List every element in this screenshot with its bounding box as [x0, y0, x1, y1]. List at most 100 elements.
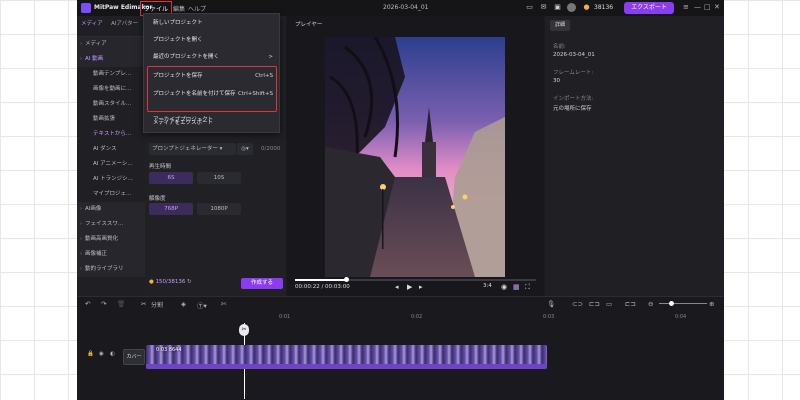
menu-item-label: 新しいプロジェクト: [153, 20, 203, 26]
aspect-ratio-select[interactable]: 3:4: [483, 283, 492, 289]
sidebar-item[interactable]: 動画スタイル...: [77, 97, 145, 112]
scissors-icon[interactable]: ✄: [221, 300, 226, 308]
sidebar-item[interactable]: › AI画像: [77, 202, 145, 217]
next-frame-icon[interactable]: ▸: [419, 283, 423, 291]
text-tool-icon[interactable]: Ⓣ▾: [197, 300, 207, 310]
video-preview[interactable]: [325, 37, 505, 277]
sidebar-item-label: マイプロジェ...: [93, 191, 132, 197]
sidebar-item-label: 動画高画質化: [85, 236, 119, 242]
minimize-icon[interactable]: —: [694, 3, 701, 11]
name-value: 2026-03-04_01: [553, 52, 595, 58]
close-icon[interactable]: ✕: [714, 3, 720, 11]
zoom-handle[interactable]: [669, 301, 674, 306]
sidebar-item-label: AI画像: [85, 206, 102, 212]
snapshot-icon[interactable]: ◉: [501, 283, 507, 291]
resolution-1080p[interactable]: 1080P: [197, 203, 241, 215]
ruler-tick: 0:02: [411, 314, 423, 320]
sidebar-item[interactable]: › AI 動画: [77, 52, 145, 67]
char-count: 0/2000: [261, 146, 281, 152]
sidebar-item[interactable]: マイプロジェ...: [77, 187, 145, 202]
credits-value: 150/38136: [155, 279, 186, 285]
chevron-icon: ›: [80, 266, 82, 272]
sidebar-item[interactable]: AI アニメーシ...: [77, 157, 145, 172]
sidebar-item[interactable]: 動画拡張: [77, 112, 145, 127]
refresh-icon[interactable]: ↻: [187, 279, 192, 285]
track-icon[interactable]: ▭: [606, 300, 612, 308]
monitor-icon[interactable]: ▭: [525, 3, 534, 12]
magnet-icon[interactable]: ⊂⊃: [572, 300, 583, 308]
gift-icon[interactable]: ▣: [553, 3, 562, 12]
sidebar-item[interactable]: › 動画高画質化: [77, 232, 145, 247]
tab-media[interactable]: メディア: [81, 19, 103, 27]
sidebar-item[interactable]: › メディア: [77, 37, 145, 52]
resolution-768p[interactable]: 768P: [149, 203, 193, 215]
menu-new-project[interactable]: 新しいプロジェクト: [144, 15, 279, 31]
video-clip[interactable]: 0:03 8644: [146, 345, 547, 369]
maximize-icon[interactable]: □: [704, 3, 711, 11]
chevron-icon: ›: [80, 236, 82, 242]
menu-edit[interactable]: 編集: [173, 4, 185, 13]
sidebar-tabs: メディア AIアバター: [77, 16, 145, 37]
export-button[interactable]: エクスポート: [624, 2, 674, 14]
play-icon[interactable]: ▶: [407, 283, 412, 291]
sidebar-item[interactable]: 画像を動画に...: [77, 82, 145, 97]
sidebar-item[interactable]: AI トランジシ...: [77, 172, 145, 187]
prompt-generator-button[interactable]: プロンプトジェネレーター ▾: [149, 143, 236, 155]
sidebar-item[interactable]: 動画テンプレ...: [77, 67, 145, 82]
tab-details[interactable]: 詳細: [550, 20, 570, 31]
sidebar-item-label: 動的ライブラリ: [85, 266, 124, 272]
generate-label: 作成する: [250, 280, 273, 286]
cover-button[interactable]: カバー: [123, 349, 145, 365]
zoom-in-icon[interactable]: ⊕: [709, 300, 714, 308]
duration-10s[interactable]: 10S: [197, 172, 241, 184]
ruler-tick: 0:01: [279, 314, 291, 320]
split-icon[interactable]: ✂: [141, 300, 146, 308]
prev-frame-icon[interactable]: ◂: [395, 283, 399, 291]
export-label: エクスポート: [631, 4, 667, 11]
menu-export-media[interactable]: メディアをエクスポート: [144, 115, 279, 131]
coin-icon: ●: [149, 279, 154, 285]
zoom-slider[interactable]: [659, 303, 707, 304]
menu-recent-projects[interactable]: 最近のプロジェクトを開く >: [144, 49, 279, 65]
message-icon[interactable]: ✉: [539, 3, 548, 12]
tab-ai-avatar[interactable]: AIアバター: [111, 19, 138, 27]
scrub-bar[interactable]: [295, 277, 536, 282]
sidebar-item-label: 画像補正: [85, 251, 108, 257]
framerate-label: フレームレート:: [553, 70, 594, 76]
sidebar-item-label: AI トランジシ...: [93, 176, 133, 182]
shield-icon[interactable]: ◈: [181, 300, 186, 308]
link-icon[interactable]: ⊏⊐: [589, 300, 600, 308]
file-menu-dropdown: 新しいプロジェクト プロジェクトを開く 最近のプロジェクトを開く > プロジェクト…: [143, 13, 280, 133]
sidebar-item-label: AI 動画: [85, 56, 104, 62]
redo-icon[interactable]: ↷: [101, 300, 106, 308]
menu-help[interactable]: ヘルプ: [188, 4, 206, 13]
mute-icon[interactable]: ◐: [110, 351, 115, 357]
sidebar-item[interactable]: › フェイススワ...: [77, 217, 145, 232]
sidebar-item[interactable]: › 画像補正: [77, 247, 145, 262]
time-ruler[interactable]: 0:01 0:02 0:03 0:04: [143, 314, 724, 322]
microphone-icon[interactable]: 🎙: [547, 300, 555, 308]
menu-open-project[interactable]: プロジェクトを開く: [144, 32, 279, 48]
zoom-out-icon[interactable]: ⊖: [648, 300, 653, 308]
undo-icon[interactable]: ↶: [85, 300, 90, 308]
lock-icon[interactable]: 🔒: [87, 351, 94, 357]
more-icon[interactable]: ≡: [683, 3, 689, 11]
fullscreen-icon[interactable]: ⛶: [525, 283, 530, 292]
duration-6s[interactable]: 6S: [149, 172, 193, 184]
chevron-icon: ›: [80, 251, 82, 257]
timeline: ↶ ↷ 🗑 ✂ 分割 ◈ Ⓣ▾ ✄ 🎙 ⊂⊃ ⊏⊐ ▭ ⊏⊐ ⊖ ⊕ 0:01 …: [77, 296, 724, 400]
caption-icon[interactable]: ⊏⊐: [625, 300, 636, 308]
playhead-handle[interactable]: ✂: [239, 324, 249, 336]
split-label[interactable]: 分割: [151, 300, 163, 309]
sidebar-item[interactable]: › 動的ライブラリ: [77, 262, 145, 277]
grid-view-icon[interactable]: ▦: [513, 283, 520, 291]
generate-button[interactable]: 作成する: [241, 278, 283, 289]
scrub-handle[interactable]: [343, 277, 349, 282]
style-dropdown[interactable]: ◎▾: [237, 143, 253, 155]
delete-icon[interactable]: 🗑: [117, 300, 125, 308]
chevron-icon: ›: [80, 206, 82, 212]
sidebar-item[interactable]: テキストから...: [77, 127, 145, 142]
visibility-icon[interactable]: ◉: [99, 351, 104, 357]
avatar[interactable]: [567, 3, 576, 12]
sidebar-item[interactable]: AI ダンス: [77, 142, 145, 157]
